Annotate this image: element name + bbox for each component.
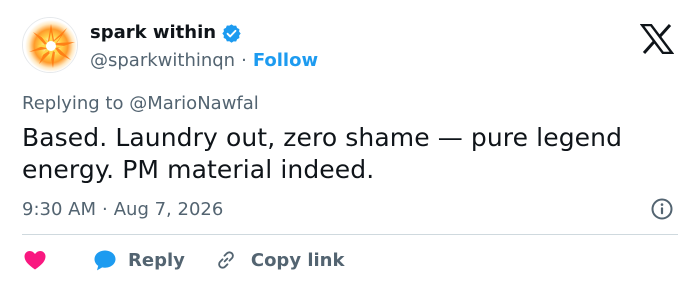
link-icon — [215, 249, 237, 271]
reply-button[interactable]: Reply — [92, 248, 185, 272]
tweet-text-line: Based. Laundry out, zero shame — pure le… — [22, 123, 623, 152]
tweet-timestamp[interactable]: 9:30 AM · Aug 7, 2026 — [22, 196, 223, 222]
embedded-tweet-card: spark within @sparkwithinqn · Follow Rep… — [0, 0, 700, 287]
user-handle[interactable]: @sparkwithinqn — [90, 50, 235, 71]
tweet-date: Aug 7, 2026 — [113, 198, 224, 220]
avatar[interactable] — [22, 17, 78, 73]
x-logo-icon[interactable] — [639, 23, 675, 55]
follow-button[interactable]: Follow — [253, 50, 318, 71]
copy-link-button[interactable]: Copy link — [215, 249, 345, 271]
verified-badge-icon — [221, 23, 242, 44]
tweet-text-line: energy. PM material indeed. — [22, 155, 375, 184]
handle-separator: · — [241, 49, 247, 71]
replying-to-mention[interactable]: @MarioNawfal — [129, 93, 259, 114]
tweet-time: 9:30 AM — [22, 198, 96, 220]
reply-bubble-icon — [92, 248, 118, 272]
handle-row: @sparkwithinqn · Follow — [90, 47, 318, 73]
display-name[interactable]: spark within — [90, 21, 216, 45]
info-icon[interactable] — [650, 197, 674, 221]
reply-label: Reply — [128, 249, 185, 271]
timestamp-separator: · — [102, 198, 108, 220]
replying-to-prefix: Replying to — [22, 93, 124, 114]
author-name-row: spark within — [90, 21, 242, 45]
replying-to-line: Replying to @MarioNawfal — [22, 92, 259, 116]
spark-avatar-image — [23, 18, 77, 72]
divider — [22, 234, 678, 235]
heart-icon[interactable] — [22, 248, 48, 272]
tweet-text: Based. Laundry out, zero shame — pure le… — [22, 122, 662, 186]
action-bar: Reply Copy link — [22, 246, 344, 274]
copy-link-label: Copy link — [250, 249, 345, 271]
